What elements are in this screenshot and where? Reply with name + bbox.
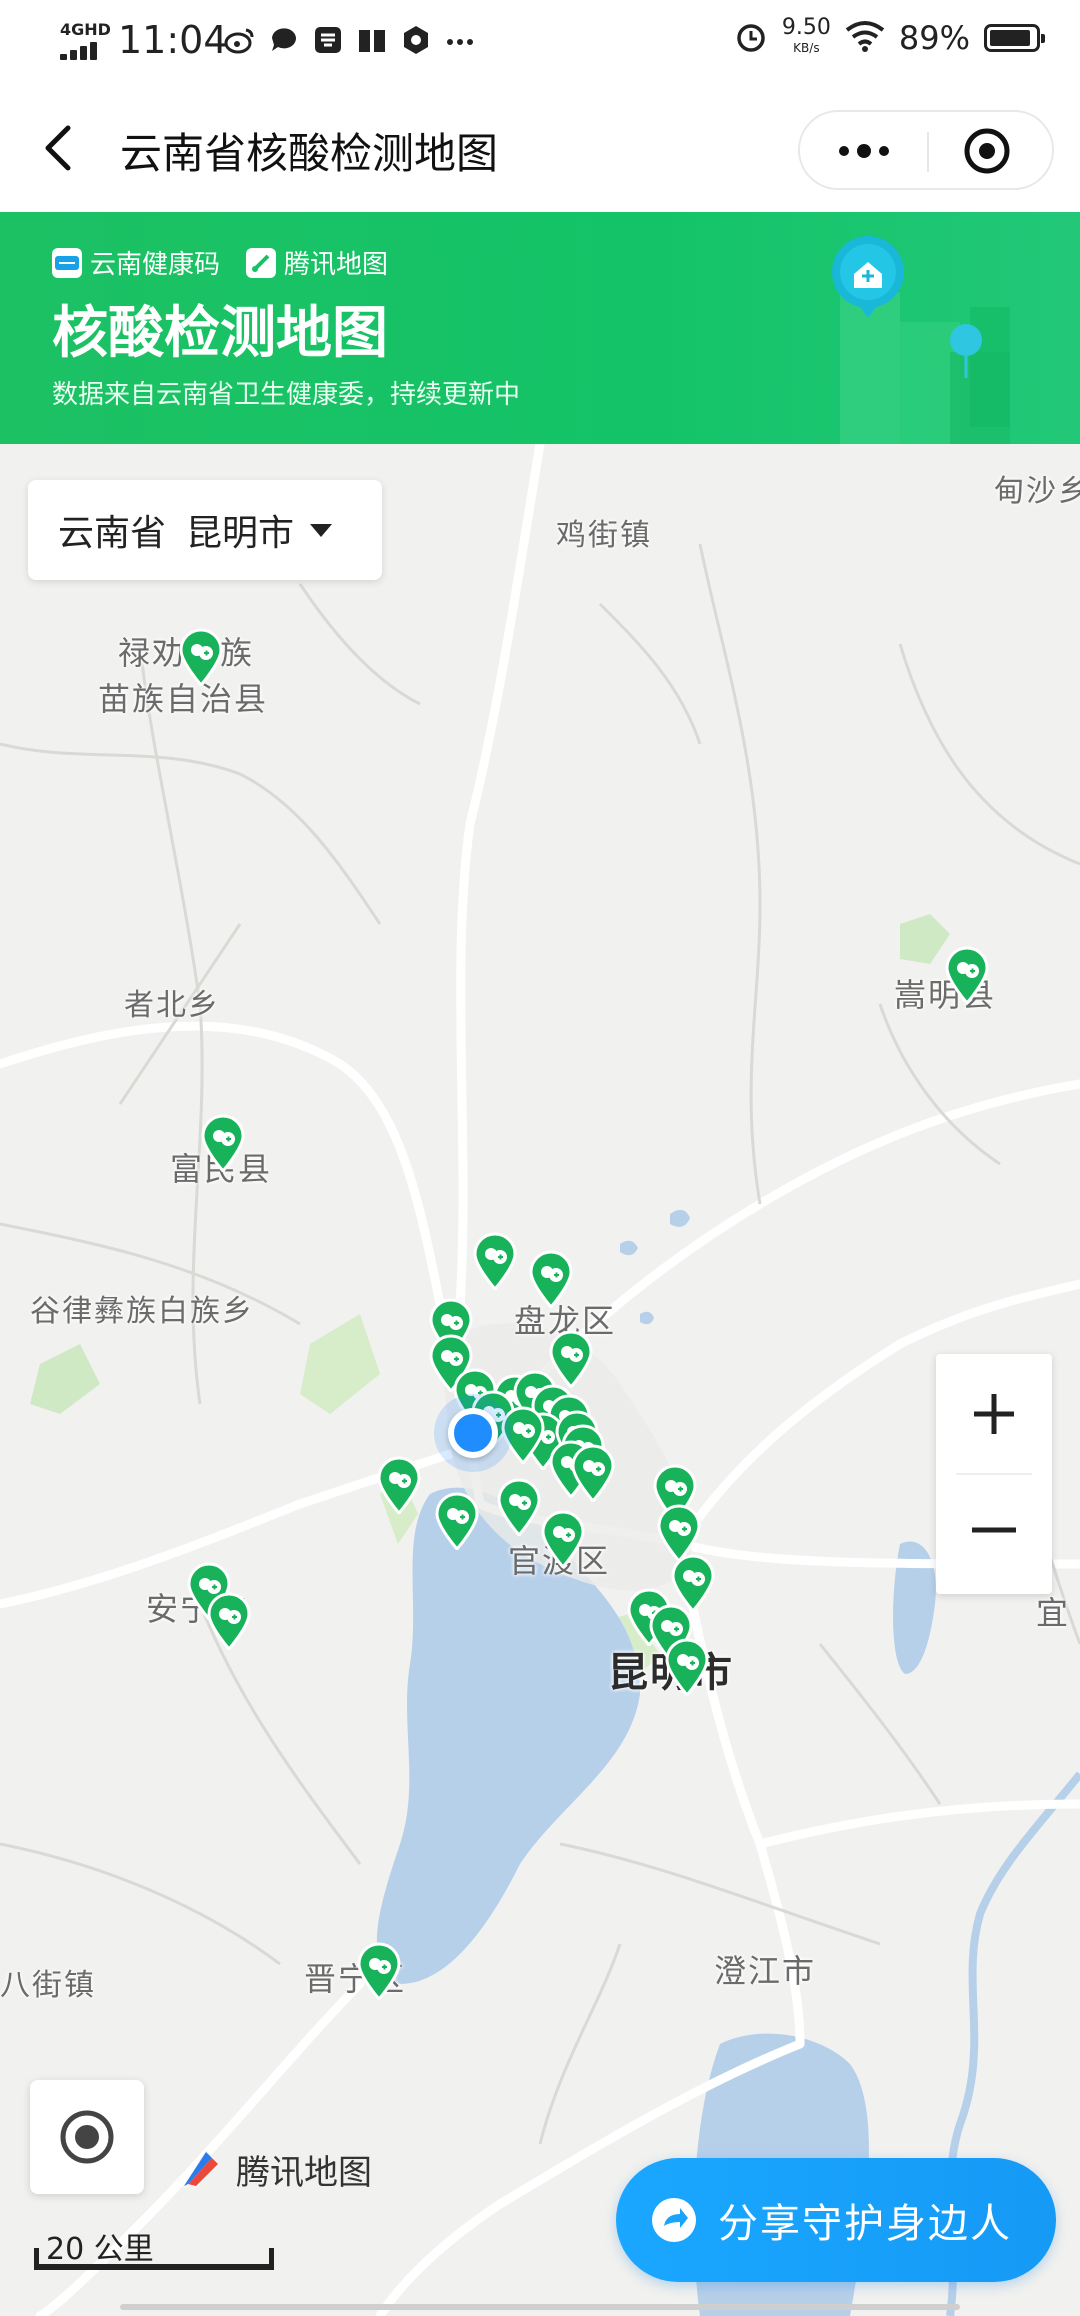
zoom-out-button[interactable] (936, 1474, 1052, 1594)
status-bar: 4GHD 11:04 9.50 KB/s 89% (0, 0, 1080, 84)
more-dots-icon (839, 144, 889, 158)
minus-icon (972, 1527, 1016, 1533)
share-arrow-icon (652, 2198, 696, 2242)
map-view[interactable]: 鸡街镇 甸沙乡 禄劝彝族 苗族自治县 者北乡 嵩明县 富民县 谷律彝族白族乡 盘… (0, 444, 1080, 2316)
place-label: 谷律彝族白族乡 (30, 1294, 254, 1329)
nav-bar: 云南省核酸检测地图 (0, 84, 1080, 212)
testing-site-pin-icon[interactable] (434, 1492, 480, 1550)
battery-icon (984, 24, 1045, 52)
mini-program-capsule (798, 110, 1054, 190)
back-button[interactable] (38, 120, 82, 176)
locate-icon (60, 2110, 114, 2164)
share-button[interactable]: 分享守护身边人 (616, 2158, 1056, 2282)
home-indicator (120, 2304, 960, 2310)
banner-title: 核酸检测地图 (52, 301, 388, 366)
user-location-marker (448, 1408, 498, 1458)
share-label: 分享守护身边人 (718, 2201, 1012, 2247)
place-label: 八街镇 (0, 1968, 96, 2003)
wifi-icon (845, 20, 885, 56)
clock: 11:04 (118, 18, 228, 62)
back-arrow-icon (45, 125, 71, 171)
status-right: 9.50 KB/s 89% (734, 15, 1045, 58)
testing-site-pin-icon[interactable] (472, 1232, 518, 1290)
testing-site-pin-icon[interactable] (500, 1406, 546, 1464)
health-code-logo-icon (52, 247, 82, 278)
tencent-map-logo-icon (246, 247, 277, 278)
alarm-icon (734, 19, 768, 57)
target-close-icon (964, 128, 1010, 174)
testing-site-pin-icon[interactable] (376, 1456, 422, 1514)
network-indicator: 4GHD (60, 20, 111, 60)
scale-bar (34, 2248, 274, 2270)
testing-site-pin-icon[interactable] (528, 1250, 574, 1308)
net-speed-value: 9.50 (781, 15, 831, 40)
brand-health-code: 云南健康码 (90, 250, 221, 280)
banner-subtitle: 数据来自云南省卫生健康委，持续更新中 (52, 380, 521, 410)
locate-me-button[interactable] (30, 2080, 144, 2194)
testing-site-pin-icon[interactable] (200, 1114, 246, 1172)
testing-site-pin-icon[interactable] (496, 1478, 542, 1536)
net-speed: 9.50 KB/s (781, 15, 831, 58)
network-label: 4GHD (60, 20, 111, 39)
signal-icon (60, 42, 100, 60)
caret-down-icon (310, 523, 333, 537)
brand-tencent-map: 腾讯地图 (284, 250, 389, 280)
testing-site-pin-icon[interactable] (664, 1638, 710, 1696)
place-label: 鸡街镇 (556, 518, 652, 553)
more-button[interactable] (800, 112, 927, 188)
plus-icon (974, 1394, 1014, 1434)
map-attribution: 腾讯地图 (176, 2144, 372, 2194)
place-label: 澄江市 (714, 1952, 817, 1990)
brand-row: 云南健康码 腾讯地图 (52, 244, 388, 281)
place-label: 甸沙乡 (994, 474, 1080, 509)
battery-percent: 89% (898, 19, 970, 57)
map-scale: 20 公里 (34, 2224, 274, 2274)
chat-icon (268, 24, 300, 56)
tencent-map-logo-icon (182, 2150, 220, 2188)
app-icon (312, 24, 344, 56)
testing-site-pin-icon[interactable] (944, 946, 990, 1004)
page-title: 云南省核酸检测地图 (120, 129, 499, 178)
testing-site-pin-icon[interactable] (570, 1444, 616, 1502)
city-label: 昆明市 (186, 513, 295, 554)
zoom-in-button[interactable] (936, 1354, 1052, 1474)
notification-icons (224, 24, 476, 56)
book-icon (356, 24, 388, 56)
scale-label: 20 公里 (46, 2232, 154, 2267)
app-root: 4GHD 11:04 9.50 KB/s 89% 云南省核酸检测地图 云南健康码… (0, 0, 1080, 2316)
testing-site-pin-icon[interactable] (540, 1510, 586, 1568)
testing-site-pin-icon[interactable] (206, 1592, 252, 1650)
province-label: 云南省 (58, 513, 167, 554)
zoom-controls (936, 1354, 1052, 1594)
shield-icon (400, 24, 432, 56)
testing-site-pin-icon[interactable] (178, 628, 224, 686)
hospital-illustration-icon (832, 236, 1010, 444)
more-dots-icon (444, 24, 476, 56)
net-speed-unit: KB/s (793, 41, 820, 55)
map-brand-label: 腾讯地图 (236, 2152, 372, 2193)
weibo-icon (224, 24, 256, 56)
region-selector[interactable]: 云南省 昆明市 (28, 480, 382, 580)
header-banner: 云南健康码 腾讯地图 核酸检测地图 数据来自云南省卫生健康委，持续更新中 (0, 212, 1080, 444)
place-label: 者北乡 (124, 988, 220, 1023)
close-mini-program-button[interactable] (929, 112, 1054, 188)
testing-site-pin-icon[interactable] (356, 1942, 402, 2000)
place-label: 宜 (1036, 1594, 1071, 1632)
